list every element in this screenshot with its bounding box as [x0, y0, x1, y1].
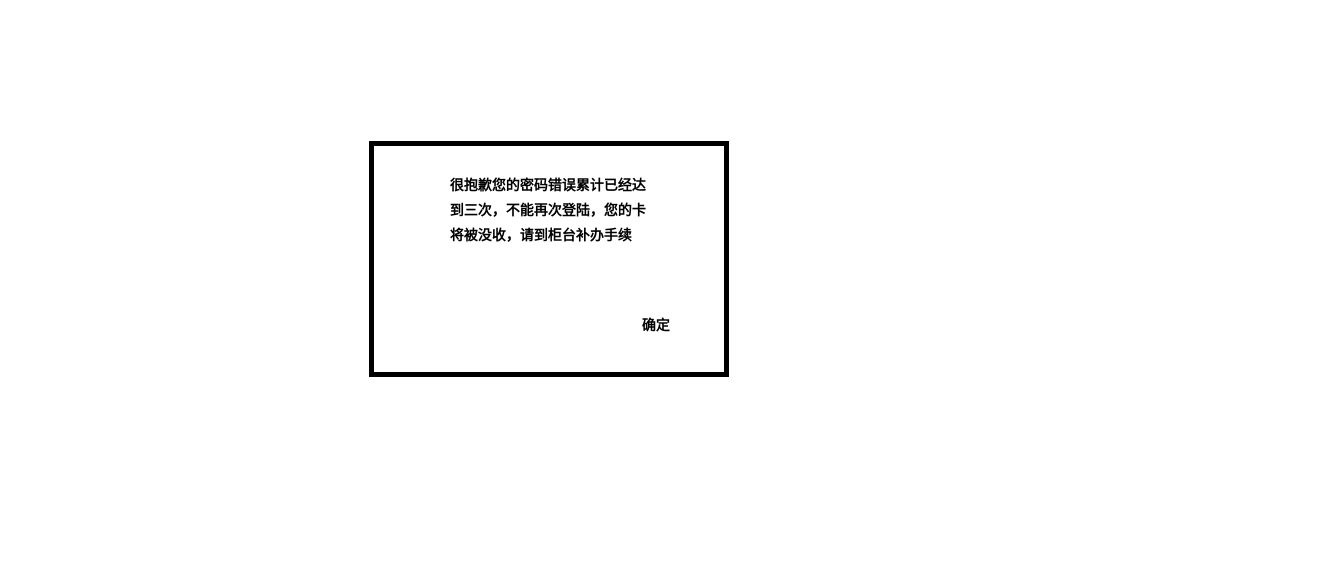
ok-button[interactable]: 确定: [642, 316, 670, 336]
error-dialog: 很抱歉您的密码错误累计已经达 到三次，不能再次登陆，您的卡 将被没收，请到柜台补…: [369, 141, 729, 377]
dialog-message: 很抱歉您的密码错误累计已经达 到三次，不能再次登陆，您的卡 将被没收，请到柜台补…: [450, 174, 666, 249]
dialog-message-line: 将被没收，请到柜台补办手续: [450, 228, 632, 244]
dialog-message-line: 很抱歉您的密码错误累计已经达: [450, 178, 646, 194]
dialog-message-line: 到三次，不能再次登陆，您的卡: [450, 203, 646, 219]
